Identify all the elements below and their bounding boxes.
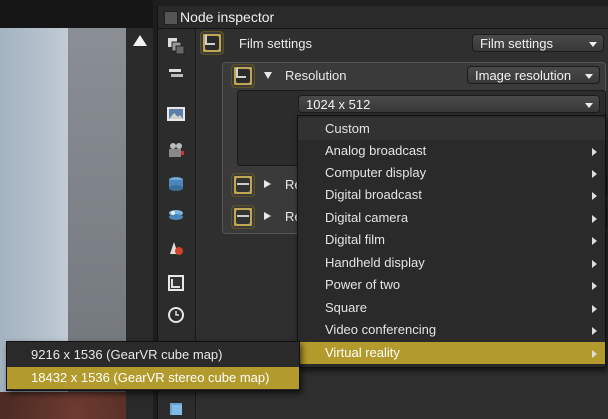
menu-item-handheld-display[interactable]: Handheld display xyxy=(298,252,605,274)
chevron-down-icon xyxy=(585,103,593,108)
expand-right-icon[interactable] xyxy=(264,180,271,188)
submenu-arrow-icon xyxy=(592,215,597,223)
render-image-bottom xyxy=(0,392,126,419)
menu-item-video-conferencing[interactable]: Video conferencing xyxy=(298,319,605,341)
film-settings-select[interactable]: Film settings xyxy=(472,34,604,52)
submenu-arrow-icon xyxy=(592,192,597,200)
collapsed-node-button-1[interactable] xyxy=(231,173,255,197)
expand-right-icon[interactable] xyxy=(264,212,271,220)
menu-item-square[interactable]: Square xyxy=(298,297,605,319)
film-settings-label: Film settings xyxy=(239,36,312,51)
menu-item-digital-film[interactable]: Digital film xyxy=(298,229,605,251)
submenu-arrow-icon xyxy=(592,148,597,156)
image-icon[interactable] xyxy=(166,104,186,124)
menu-item-digital-broadcast[interactable]: Digital broadcast xyxy=(298,184,605,206)
submenu-item-gearvr-cube-map[interactable]: 9216 x 1536 (GearVR cube map) xyxy=(7,344,299,366)
menu-item-computer-display[interactable]: Computer display xyxy=(298,162,605,184)
viewport-header xyxy=(0,0,153,28)
clock-icon[interactable] xyxy=(166,305,186,325)
film-settings-node-button[interactable] xyxy=(200,31,224,55)
submenu-arrow-icon xyxy=(592,237,597,245)
stack-icon[interactable] xyxy=(166,399,186,419)
submenu-arrow-icon xyxy=(592,327,597,335)
menu-item-virtual-reality[interactable]: Virtual reality xyxy=(298,342,605,364)
film-icon[interactable] xyxy=(166,273,186,293)
material-icon[interactable] xyxy=(166,238,186,258)
scroll-up-arrow-icon[interactable] xyxy=(133,35,147,46)
camera-icon[interactable] xyxy=(166,140,186,160)
resolution-type-select-value: Image resolution xyxy=(475,68,572,83)
menu-item-digital-camera[interactable]: Digital camera xyxy=(298,207,605,229)
resolution-type-select[interactable]: Image resolution xyxy=(467,66,600,84)
mesh-icon[interactable] xyxy=(166,174,186,194)
menu-item-custom[interactable]: Custom xyxy=(298,118,605,140)
menu-item-analog-broadcast[interactable]: Analog broadcast xyxy=(298,140,605,162)
submenu-arrow-icon xyxy=(592,170,597,178)
panel-title: Node inspector xyxy=(180,9,275,25)
chevron-down-icon xyxy=(589,42,597,47)
submenu-arrow-icon xyxy=(592,260,597,268)
expand-down-icon[interactable] xyxy=(264,72,272,79)
virtual-reality-submenu: 9216 x 1536 (GearVR cube map) 18432 x 15… xyxy=(6,341,300,391)
submenu-item-gearvr-stereo-cube-map[interactable]: 18432 x 1536 (GearVR stereo cube map) xyxy=(7,367,299,389)
menu-item-power-of-two[interactable]: Power of two xyxy=(298,274,605,296)
resolution-value: 1024 x 512 xyxy=(306,97,371,112)
submenu-arrow-icon xyxy=(592,350,597,358)
resolution-label: Resolution xyxy=(285,68,347,83)
resolution-node-button[interactable] xyxy=(231,64,255,88)
resolution-value-select[interactable]: 1024 x 512 xyxy=(298,95,600,113)
panel-checkbox[interactable] xyxy=(164,11,178,25)
node-graph-icon[interactable] xyxy=(166,36,186,56)
resolution-preset-menu: Custom Analog broadcast Computer display… xyxy=(297,115,606,368)
layers-icon[interactable] xyxy=(166,64,186,84)
submenu-arrow-icon xyxy=(592,305,597,313)
texture-icon[interactable] xyxy=(166,205,186,225)
submenu-arrow-icon xyxy=(592,282,597,290)
collapsed-node-button-2[interactable] xyxy=(231,205,255,229)
film-settings-select-value: Film settings xyxy=(480,36,553,51)
chevron-down-icon xyxy=(585,74,593,79)
